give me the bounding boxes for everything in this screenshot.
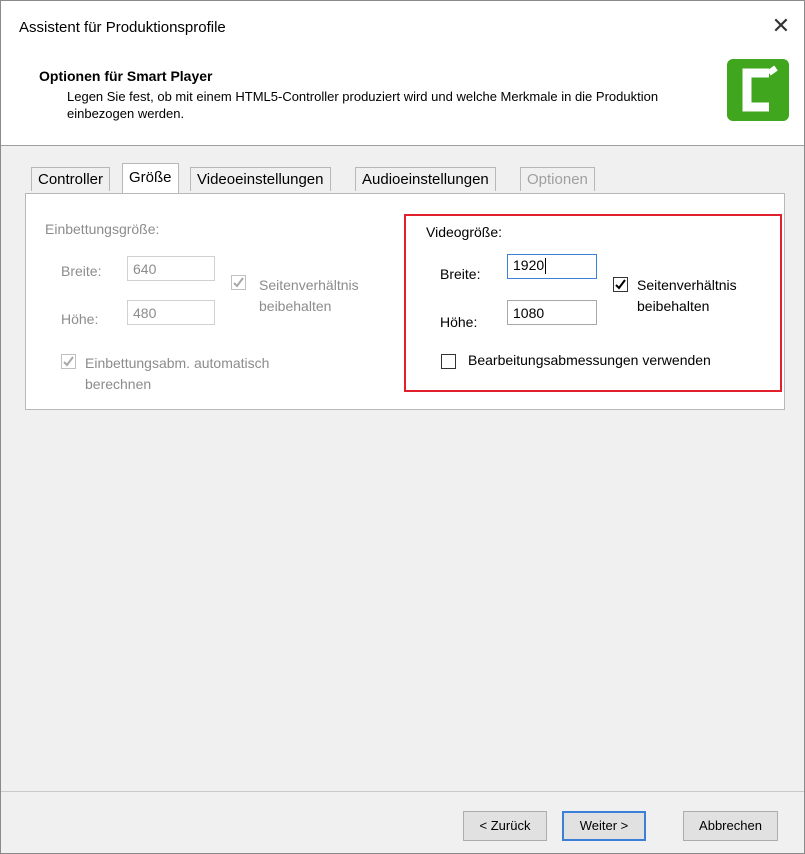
wizard-header: Optionen für Smart Player Legen Sie fest… <box>1 53 804 146</box>
title-bar: Assistent für Produktionsprofile ✕ <box>1 1 804 53</box>
checkmark-icon <box>63 356 74 367</box>
embed-auto-calc-label: Einbettungsabm. automatisch berechnen <box>85 355 270 392</box>
video-keep-ratio-label: Seitenverhältnis beibehalten <box>637 277 737 314</box>
video-width-value: 1920 <box>513 257 545 273</box>
next-button[interactable]: Weiter > <box>562 811 646 841</box>
video-keep-ratio-checkbox[interactable] <box>613 277 628 292</box>
close-icon[interactable]: ✕ <box>772 13 790 38</box>
video-height-label: Höhe: <box>440 314 478 330</box>
back-button[interactable]: < Zurück <box>463 811 547 841</box>
close-button[interactable]: ✕ <box>766 11 796 41</box>
video-width-label: Breite: <box>440 266 481 282</box>
embed-height-input[interactable] <box>127 300 215 325</box>
embed-keep-ratio-label: Seitenverhältnis beibehalten <box>259 277 359 314</box>
embed-width-input[interactable] <box>127 256 215 281</box>
cancel-button[interactable]: Abbrechen <box>683 811 778 841</box>
header-description: Legen Sie fest, ob mit einem HTML5-Contr… <box>67 89 659 121</box>
tab-groesse[interactable]: Größe <box>122 163 179 193</box>
camtasia-logo-icon <box>727 59 789 121</box>
header-title: Optionen für Smart Player <box>39 68 213 84</box>
use-edit-dims-label: Bearbeitungsabmessungen verwenden <box>468 352 711 368</box>
embed-height-label: Höhe: <box>61 311 99 327</box>
tab-audioeinstellungen[interactable]: Audioeinstellungen <box>355 167 496 191</box>
dialog-window: Assistent für Produktionsprofile ✕ Optio… <box>0 0 805 854</box>
tab-controller[interactable]: Controller <box>31 167 111 191</box>
tab-optionen: Optionen <box>520 167 595 191</box>
embed-width-label: Breite: <box>61 263 102 279</box>
video-width-input[interactable]: 1920 <box>507 254 597 279</box>
checkmark-icon <box>615 279 626 290</box>
embed-size-heading: Einbettungsgröße: <box>45 221 160 237</box>
tab-videoeinstellungen[interactable]: Videoeinstellungen <box>190 167 331 191</box>
use-edit-dims-checkbox[interactable] <box>441 354 456 369</box>
text-caret <box>545 258 547 275</box>
video-height-input[interactable] <box>507 300 597 325</box>
footer-separator <box>1 791 804 792</box>
checkmark-icon <box>233 277 244 288</box>
embed-auto-calc-checkbox[interactable] <box>61 354 76 369</box>
video-size-heading: Videogröße: <box>426 224 503 240</box>
embed-keep-ratio-checkbox[interactable] <box>231 275 246 290</box>
window-title: Assistent für Produktionsprofile <box>19 19 226 36</box>
